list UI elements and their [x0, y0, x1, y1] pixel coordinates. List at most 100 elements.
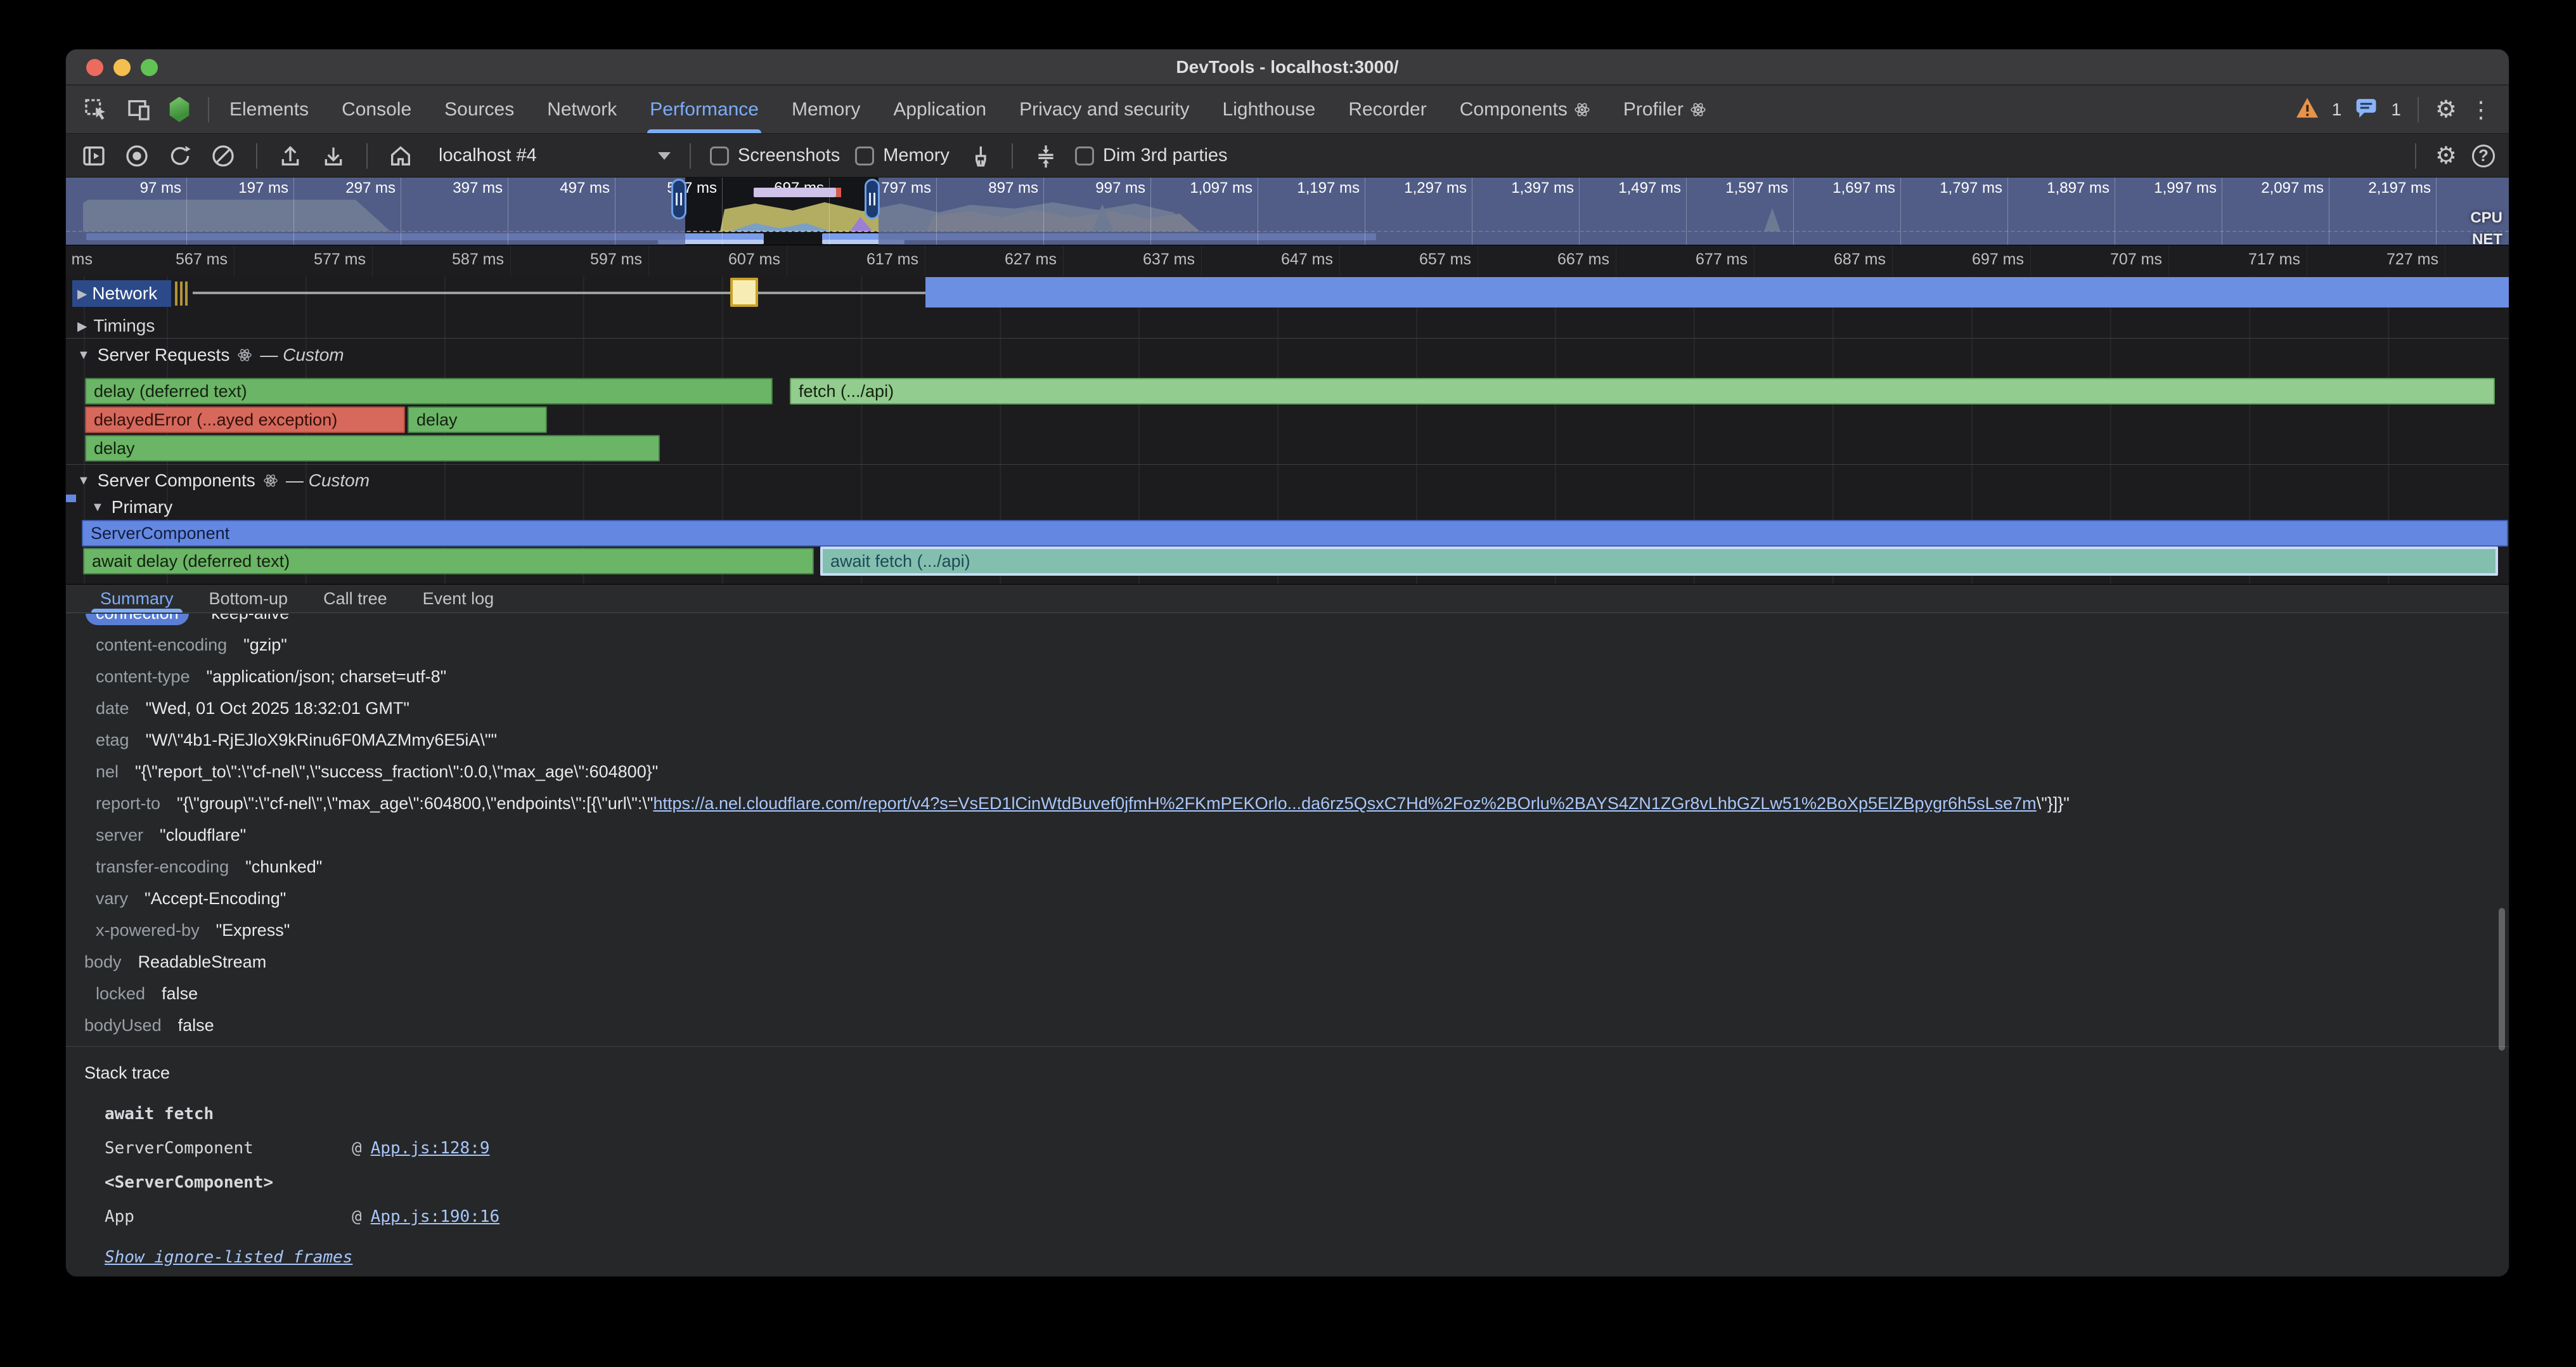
settings-gear-icon[interactable]: ⚙ [2435, 98, 2457, 122]
chevron-down-icon[interactable]: ▼ [77, 348, 90, 363]
react-atom-icon [1574, 101, 1590, 118]
tab-lighthouse[interactable]: Lighthouse [1206, 86, 1332, 133]
ruler-tick-label: 637 ms [1064, 245, 1202, 276]
event-bar-await-fetch-selected[interactable]: await fetch (.../api) [820, 547, 2498, 576]
selection-handle-left[interactable] [671, 179, 686, 219]
history-dropdown[interactable]: localhost #4 [430, 145, 671, 166]
tab-memory[interactable]: Memory [775, 86, 877, 133]
record-reload-icon[interactable] [166, 142, 194, 170]
event-bar-await-delay[interactable]: await delay (deferred text) [83, 548, 814, 574]
tab-network[interactable]: Network [531, 86, 633, 133]
header-row: connection"keep-alive" [66, 614, 2509, 629]
event-bar-delay[interactable]: delay [408, 406, 547, 433]
event-bar-server-component[interactable]: ServerComponent [82, 520, 2508, 547]
summary-pane[interactable]: connection"keep-alive" content-encoding"… [66, 614, 2509, 1277]
dim-3rd-parties-checkbox[interactable]: Dim 3rd parties [1075, 145, 1228, 166]
show-ignore-listed-frames-link[interactable]: Show ignore-listed frames [105, 1248, 352, 1267]
warning-count: 1 [2332, 100, 2342, 120]
overview-tick-label: 497 ms [508, 178, 615, 245]
ruler-tick-label: 707 ms [2031, 245, 2169, 276]
checkbox[interactable] [710, 146, 729, 165]
track-timings[interactable]: ▶ Timings [77, 312, 155, 340]
save-profile-icon[interactable] [319, 142, 347, 170]
record-icon[interactable] [123, 142, 151, 170]
event-bar-fetch-api[interactable]: fetch (.../api) [790, 378, 2495, 405]
ruler-tick-label: 697 ms [1893, 245, 2031, 276]
device-toolbar-icon[interactable] [126, 96, 152, 123]
track-network[interactable]: ▶ Network [72, 280, 171, 307]
chevron-right-icon[interactable]: ▶ [77, 318, 87, 334]
tab-sources[interactable]: Sources [428, 86, 531, 133]
track-server-components[interactable]: ▼ Server Components — Custom [77, 467, 370, 495]
overview-tick-label: 297 ms [294, 178, 401, 245]
chevron-right-icon[interactable]: ▶ [77, 286, 87, 302]
tab-summary[interactable]: Summary [82, 585, 191, 612]
header-row: server"cloudflare" [66, 819, 2509, 851]
checkbox[interactable] [855, 146, 874, 165]
source-link[interactable]: App.js:190:16 [371, 1207, 500, 1226]
scrollbar-thumb[interactable] [2499, 908, 2505, 1051]
titlebar: DevTools - localhost:3000/ [66, 49, 2509, 85]
overview-tick-label: 1,997 ms [2115, 178, 2222, 245]
event-bar-delay[interactable]: delay [85, 435, 660, 462]
divider [690, 143, 691, 169]
overview-tick-label: 1,897 ms [2008, 178, 2115, 245]
flame-chart[interactable]: ▶ Network ▶ Timings ▼ Server Requests — … [66, 276, 2509, 584]
checkbox[interactable] [1075, 146, 1094, 165]
tab-privacy-security[interactable]: Privacy and security [1003, 86, 1206, 133]
tab-event-log[interactable]: Event log [405, 585, 512, 612]
overview-tick-label: 1,497 ms [1580, 178, 1687, 245]
clear-icon[interactable] [209, 142, 237, 170]
report-url-link[interactable]: https://a.nel.cloudflare.com/report/v4?s… [653, 794, 2036, 813]
tab-profiler[interactable]: Profiler [1607, 86, 1723, 133]
memory-checkbox[interactable]: Memory [855, 145, 950, 166]
stack-frame: ServerComponent@App.js:128:9 [105, 1139, 2509, 1158]
selection-handle-right[interactable] [865, 179, 880, 219]
track-server-requests[interactable]: ▼ Server Requests — Custom [77, 341, 344, 369]
chevron-down-icon[interactable]: ▼ [91, 500, 104, 515]
home-icon[interactable] [387, 142, 415, 170]
warning-icon[interactable] [2295, 97, 2319, 122]
tab-console[interactable]: Console [325, 86, 428, 133]
event-bar-delay-deferred[interactable]: delay (deferred text) [85, 378, 773, 405]
track-primary[interactable]: ▼ Primary [91, 495, 172, 520]
overview-tick-label: 797 ms [830, 178, 937, 245]
network-request-blue[interactable] [925, 277, 2509, 308]
tab-components[interactable]: Components [1443, 86, 1607, 133]
chevron-down-icon [658, 152, 671, 160]
issues-icon[interactable] [2354, 97, 2378, 122]
network-request-yellow[interactable] [730, 278, 758, 307]
header-row-report-to: report-to"{\"group\":\"cf-nel\",\"max_ag… [66, 787, 2509, 819]
overview-tick-label: 597 ms [615, 178, 723, 245]
ruler-tick-label: 587 ms [373, 245, 511, 276]
source-link[interactable]: App.js:128:9 [371, 1139, 490, 1158]
overview-ruler: 97 ms 197 ms297 ms397 ms497 ms597 ms697 … [66, 178, 2509, 245]
divider [208, 97, 209, 122]
capture-settings-gear-icon[interactable]: ⚙ [2435, 144, 2457, 168]
more-options-icon[interactable]: ⋮ [2470, 98, 2492, 121]
load-profile-icon[interactable] [276, 142, 304, 170]
react-atom-icon [237, 347, 252, 363]
overview-tick-label: 197 ms [187, 178, 294, 245]
ruler-tick-label: 647 ms [1202, 245, 1340, 276]
collapse-tracks-icon[interactable] [1032, 142, 1060, 170]
header-row: content-encoding"gzip" [66, 629, 2509, 661]
tab-elements[interactable]: Elements [213, 86, 325, 133]
inspect-element-icon[interactable] [82, 96, 109, 123]
extension-gem-icon[interactable] [169, 97, 190, 122]
live-metrics-icon[interactable] [80, 142, 108, 170]
tab-application[interactable]: Application [877, 86, 1003, 133]
event-bar-delayed-error[interactable]: delayedError (...ayed exception) [85, 406, 405, 433]
tab-bottom-up[interactable]: Bottom-up [191, 585, 306, 612]
chevron-down-icon[interactable]: ▼ [77, 474, 90, 488]
header-row: x-powered-by"Express" [66, 914, 2509, 946]
help-icon[interactable]: ? [2472, 145, 2495, 167]
timeline-overview[interactable]: 97 ms 197 ms297 ms397 ms497 ms597 ms697 … [66, 178, 2509, 245]
tab-performance[interactable]: Performance [633, 86, 775, 133]
tab-recorder[interactable]: Recorder [1332, 86, 1443, 133]
collect-garbage-icon[interactable] [965, 142, 993, 170]
ruler-tick-label: 727 ms [2307, 245, 2445, 276]
stack-frame: await fetch [105, 1105, 2509, 1124]
tab-call-tree[interactable]: Call tree [306, 585, 405, 612]
screenshots-checkbox[interactable]: Screenshots [710, 145, 840, 166]
